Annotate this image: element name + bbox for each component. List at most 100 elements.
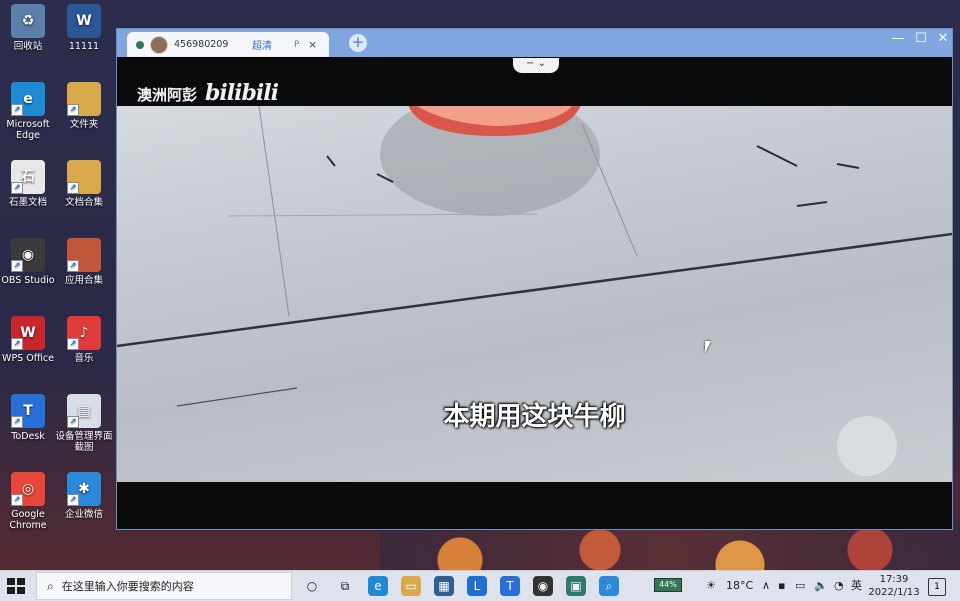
shortcut-arrow-icon: ↗	[67, 338, 79, 350]
recycle-bin-icon: ♻	[11, 4, 45, 38]
close-tab-icon[interactable]: ×	[308, 38, 317, 51]
taskbar: ⌕ 在这里输入你要搜索的内容 ○ ⧉ e ▭ ▦ L T ◉ ▣ ⌕ 44% ☀ 18°C ∧ ▪…	[0, 570, 960, 601]
obs-studio-icon: ◉ ↗	[11, 238, 45, 272]
word-document-icon: W	[67, 4, 101, 38]
desktop-icon-label: OBS Studio	[1, 275, 55, 286]
clock-time: 17:39	[879, 574, 909, 585]
taskbar-file-explorer-icon[interactable]: ▭	[401, 576, 421, 596]
player-titlebar[interactable]: 456980209 超清 P × + — ☐ ✕	[117, 29, 952, 57]
mouse-cursor-icon	[705, 341, 711, 353]
channel-watermark: 澳洲阿彭 bilibili	[137, 80, 279, 106]
desktop-icon-label: ToDesk	[11, 431, 45, 442]
desktop-icon[interactable]: e ↗ Microsoft Edge	[0, 82, 58, 141]
desktop-icon-label: 设备管理界面截图	[55, 431, 113, 453]
taskbar-task-view-icon[interactable]: ⧉	[335, 576, 355, 596]
desktop-icon[interactable]: ◉ ↗ OBS Studio	[0, 238, 58, 286]
taskbar-obs-studio-icon[interactable]: ◉	[533, 576, 553, 596]
shortcut-arrow-icon: ↗	[11, 260, 23, 272]
folder-icon: ↗	[67, 82, 101, 116]
maximize-button[interactable]: ☐	[910, 31, 932, 46]
desktop-icon[interactable]: 石 ↗ 石墨文档	[0, 160, 58, 208]
video-area[interactable]: − ⌄ 澳洲阿彭 bilibili 本期用这块牛柳	[117, 58, 952, 529]
shortcut-arrow-icon: ↗	[11, 416, 23, 428]
desktop-icon-label: WPS Office	[2, 353, 54, 364]
notification-center-button[interactable]: 1	[928, 578, 946, 596]
live-status-dot	[136, 40, 144, 49]
shortcut-arrow-icon: ↗	[11, 104, 23, 116]
wecom-icon: ✱ ↗	[67, 472, 101, 506]
todesk-tray-icon[interactable]: ▪	[778, 571, 785, 601]
desktop-icon[interactable]: ◎ ↗ Google Chrome	[0, 472, 58, 531]
clock-date: 2022/1/13	[868, 587, 920, 598]
battery-indicator[interactable]: 44%	[654, 578, 682, 592]
shortcut-arrow-icon: ↗	[67, 416, 79, 428]
desktop-icon-label: 石墨文档	[8, 197, 47, 208]
desktop-icon[interactable]: ▤ ↗ 设备管理界面截图	[54, 394, 114, 453]
video-subtitle: 本期用这块牛柳	[443, 402, 626, 432]
collapse-toolbar-button[interactable]: − ⌄	[513, 58, 559, 73]
search-icon: ⌕	[47, 578, 54, 593]
desktop-icon[interactable]: ♻ 回收站	[0, 4, 58, 52]
screenshot-file-icon: ▤ ↗	[67, 394, 101, 428]
shortcut-arrow-icon: ↗	[11, 338, 23, 350]
avatar	[150, 35, 168, 54]
weather-temperature[interactable]: 18°C	[726, 571, 753, 601]
new-tab-button[interactable]: +	[349, 34, 367, 52]
tab-uid: 456980209	[174, 39, 229, 50]
wifi-icon[interactable]: ◔	[834, 571, 844, 601]
desktop-icon[interactable]: ♪ ↗ 音乐	[54, 316, 114, 364]
desktop-icon[interactable]: W ↗ WPS Office	[0, 316, 58, 364]
taskbar-search-box[interactable]: ⌕ 在这里输入你要搜索的内容	[36, 572, 292, 600]
desktop-icon-label: 音乐	[74, 353, 94, 364]
video-player-window: 456980209 超清 P × + — ☐ ✕ − ⌄ 澳洲阿彭 bilibi…	[116, 28, 953, 530]
weather-icon: ☀	[706, 579, 716, 592]
desktop-icon-label: 企业微信	[64, 509, 103, 520]
desktop-icon[interactable]: W 11111	[54, 4, 114, 52]
tab-extra-label: P	[294, 39, 300, 50]
quality-label[interactable]: 超清	[252, 37, 294, 52]
desktop-icon-label: 应用合集	[64, 275, 103, 286]
input-method-indicator[interactable]: 英	[851, 571, 862, 601]
desktop-icon-label: 11111	[68, 41, 100, 52]
chrome-icon: ◎ ↗	[11, 472, 45, 506]
taskbar-cortana-icon[interactable]: ○	[302, 576, 322, 596]
close-button[interactable]: ✕	[932, 31, 954, 46]
network-tray-icon[interactable]: ▭	[795, 571, 805, 601]
shortcut-arrow-icon: ↗	[67, 260, 79, 272]
desktop-icon-label: 回收站	[13, 41, 43, 52]
shortcut-arrow-icon: ↗	[67, 182, 79, 194]
taskbar-edge-icon[interactable]: e	[368, 576, 388, 596]
player-tab[interactable]: 456980209 超清 P ×	[127, 32, 329, 57]
desktop-icon-label: 文档合集	[64, 197, 103, 208]
tray-chevron-up-icon[interactable]: ∧	[762, 571, 770, 601]
shortcut-arrow-icon: ↗	[67, 104, 79, 116]
shortcut-arrow-icon: ↗	[11, 182, 23, 194]
app-collection-icon: ↗	[67, 238, 101, 272]
document-collection-icon: ↗	[67, 160, 101, 194]
channel-name: 澳洲阿彭	[137, 86, 198, 104]
desktop-icon[interactable]: ↗ 应用合集	[54, 238, 114, 286]
edge-icon: e ↗	[11, 82, 45, 116]
shortcut-arrow-icon: ↗	[11, 494, 23, 506]
volume-icon[interactable]: 🔈	[814, 571, 828, 601]
desktop-icon[interactable]: T ↗ ToDesk	[0, 394, 58, 442]
todesk-icon: T ↗	[11, 394, 45, 428]
taskbar-l-app-icon[interactable]: L	[467, 576, 487, 596]
taskbar-todesk-icon[interactable]: T	[500, 576, 520, 596]
desktop-icon-label: 文件夹	[69, 119, 99, 130]
desktop-icon-label: Google Chrome	[9, 509, 47, 531]
taskbar-search-app-icon[interactable]: ⌕	[599, 576, 619, 596]
bilibili-logo: bilibili	[205, 80, 279, 106]
taskbar-app-icon[interactable]: ▦	[434, 576, 454, 596]
taskbar-capture-app-icon[interactable]: ▣	[566, 576, 586, 596]
start-button[interactable]	[6, 577, 28, 595]
desktop-icon[interactable]: ↗ 文件夹	[54, 82, 114, 130]
desktop-icon[interactable]: ✱ ↗ 企业微信	[54, 472, 114, 520]
search-placeholder: 在这里输入你要搜索的内容	[61, 580, 194, 593]
desktop-icon-label: Microsoft Edge	[6, 119, 50, 141]
minimize-button[interactable]: —	[887, 31, 909, 46]
music-icon: ♪ ↗	[67, 316, 101, 350]
shimo-docs-icon: 石 ↗	[11, 160, 45, 194]
desktop-icon[interactable]: ↗ 文档合集	[54, 160, 114, 208]
system-clock[interactable]: 17:39 2022/1/13	[866, 573, 922, 599]
